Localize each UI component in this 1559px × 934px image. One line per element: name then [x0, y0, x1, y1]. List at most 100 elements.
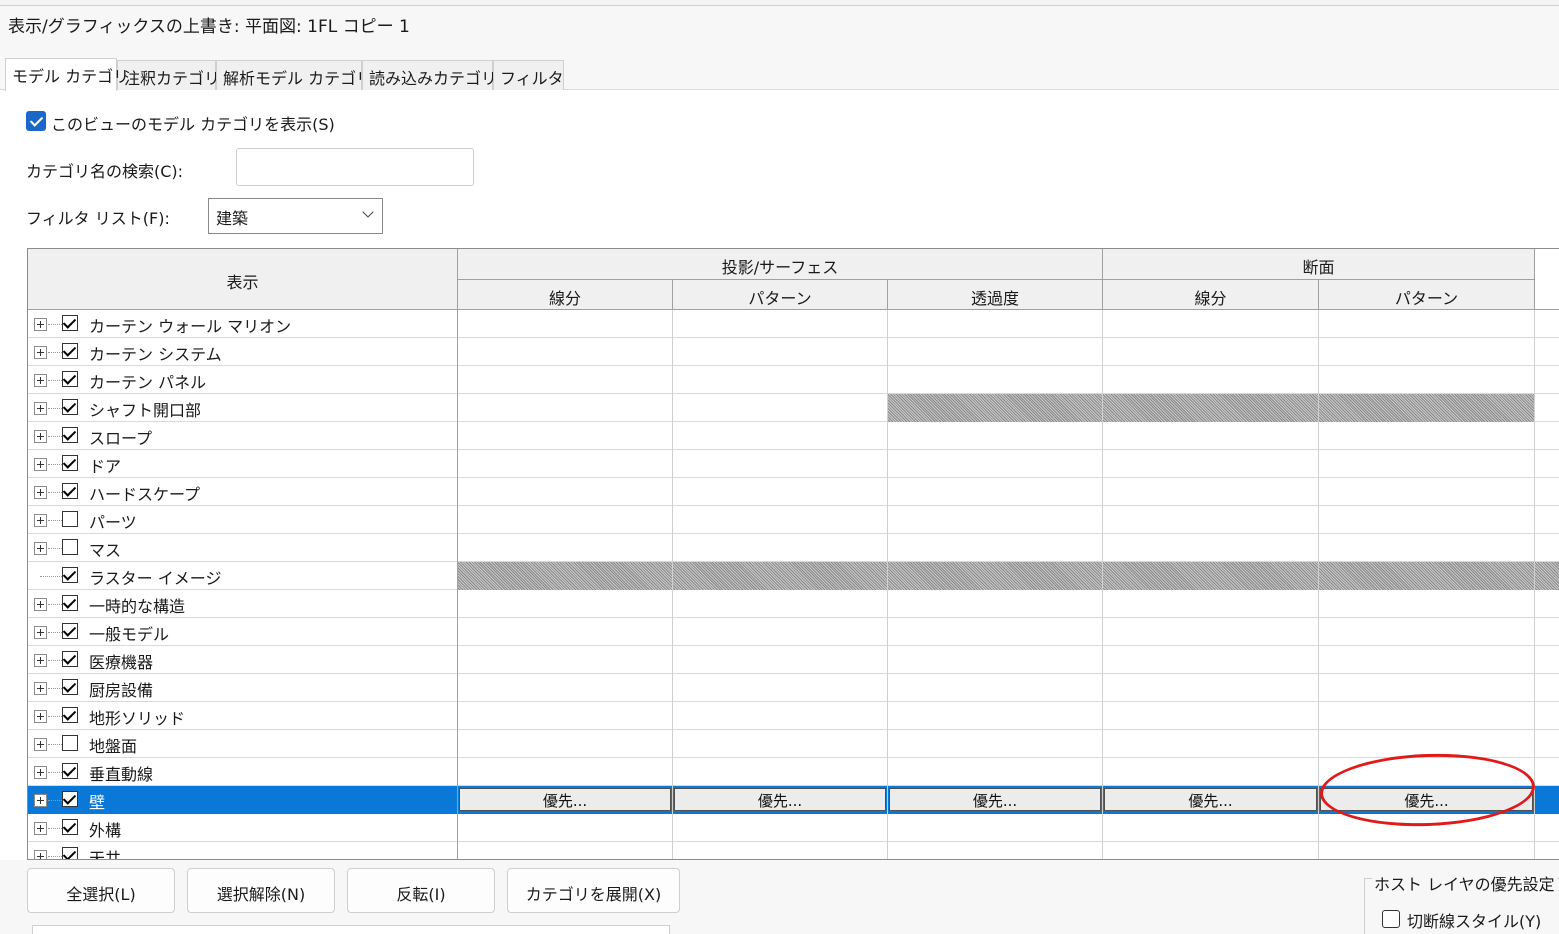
cell-projection-patterns[interactable]: [673, 618, 888, 646]
cell-projection-patterns[interactable]: [673, 842, 888, 859]
expand-icon[interactable]: [34, 402, 47, 415]
expand-icon[interactable]: [34, 346, 47, 359]
cell-transparency[interactable]: [888, 534, 1103, 562]
table-row[interactable]: 壁優先... 優先... 優先... 優先... 優先...: [28, 786, 1559, 814]
cell-cut-lines[interactable]: [1103, 506, 1319, 534]
table-row[interactable]: 天井: [28, 842, 1559, 859]
cell-transparency[interactable]: [888, 422, 1103, 450]
table-row[interactable]: ハードスケープ: [28, 478, 1559, 506]
cell-cut-lines[interactable]: [1103, 702, 1319, 730]
category-visibility-checkbox[interactable]: [62, 819, 78, 835]
override-button-projection-lines[interactable]: 優先...: [459, 788, 671, 811]
cell-cut-patterns[interactable]: [1319, 478, 1535, 506]
cell-cut-lines[interactable]: [1103, 422, 1319, 450]
tab-annotation-categories[interactable]: 注釈カテゴリ: [117, 60, 220, 90]
show-model-categories-checkbox[interactable]: [26, 111, 46, 131]
cell-transparency[interactable]: [888, 562, 1103, 590]
category-visibility-checkbox[interactable]: [62, 735, 78, 751]
table-row[interactable]: 垂直動線: [28, 758, 1559, 786]
header-visibility[interactable]: 表示: [28, 249, 458, 310]
cell-transparency[interactable]: [888, 506, 1103, 534]
cell-cut-patterns[interactable]: [1319, 450, 1535, 478]
cell-cut-patterns[interactable]: [1319, 394, 1535, 422]
cell-cut-patterns[interactable]: [1319, 310, 1535, 338]
cell-cut-patterns[interactable]: [1319, 730, 1535, 758]
expand-icon[interactable]: [34, 430, 47, 443]
filter-list-dropdown[interactable]: 建築: [208, 198, 383, 234]
cell-cut-lines[interactable]: [1103, 618, 1319, 646]
cell-projection-lines[interactable]: [458, 730, 673, 758]
expand-icon[interactable]: [34, 682, 47, 695]
expand-icon[interactable]: [34, 766, 47, 779]
header-cut-patterns[interactable]: パターン: [1319, 280, 1535, 310]
override-button-projection-patterns[interactable]: 優先...: [674, 788, 886, 811]
cell-projection-lines[interactable]: [458, 478, 673, 506]
category-visibility-checkbox[interactable]: [62, 343, 78, 359]
expand-icon[interactable]: [34, 654, 47, 667]
cell-projection-patterns[interactable]: [673, 590, 888, 618]
cell-projection-lines[interactable]: [458, 422, 673, 450]
cell-cut-patterns[interactable]: [1319, 842, 1535, 859]
table-row[interactable]: ラスター イメージ: [28, 562, 1559, 590]
cell-cut-lines[interactable]: [1103, 338, 1319, 366]
cell-cut-lines[interactable]: [1103, 366, 1319, 394]
header-cut-lines[interactable]: 線分: [1103, 280, 1319, 310]
cell-projection-lines[interactable]: [458, 394, 673, 422]
table-row[interactable]: 一時的な構造: [28, 590, 1559, 618]
cell-cut-lines[interactable]: [1103, 450, 1319, 478]
expand-icon[interactable]: [34, 598, 47, 611]
cell-cut-lines[interactable]: [1103, 758, 1319, 786]
cell-projection-patterns[interactable]: [673, 366, 888, 394]
category-visibility-checkbox[interactable]: [62, 595, 78, 611]
cell-transparency[interactable]: [888, 310, 1103, 338]
category-visibility-checkbox[interactable]: [62, 371, 78, 387]
category-visibility-checkbox[interactable]: [62, 539, 78, 555]
cell-projection-patterns[interactable]: [673, 450, 888, 478]
cell-projection-lines[interactable]: [458, 646, 673, 674]
cell-cut-lines[interactable]: [1103, 394, 1319, 422]
cell-transparency[interactable]: [888, 478, 1103, 506]
table-row[interactable]: 医療機器: [28, 646, 1559, 674]
cell-projection-patterns[interactable]: [673, 394, 888, 422]
cell-transparency[interactable]: [888, 702, 1103, 730]
expand-icon[interactable]: [34, 794, 47, 807]
cell-transparency[interactable]: [888, 646, 1103, 674]
cell-projection-lines[interactable]: [458, 450, 673, 478]
table-row[interactable]: パーツ: [28, 506, 1559, 534]
tab-filters[interactable]: フィルタ: [493, 60, 564, 90]
tab-imported-categories[interactable]: 読み込みカテゴリ: [362, 60, 497, 90]
category-visibility-checkbox[interactable]: [62, 511, 78, 527]
cell-projection-patterns[interactable]: [673, 702, 888, 730]
category-visibility-checkbox[interactable]: [62, 483, 78, 499]
cell-cut-lines[interactable]: [1103, 842, 1319, 859]
cell-projection-lines[interactable]: [458, 814, 673, 842]
cell-cut-patterns[interactable]: [1319, 338, 1535, 366]
cell-transparency[interactable]: 優先...: [888, 786, 1103, 814]
cell-transparency[interactable]: [888, 590, 1103, 618]
override-button-cut-patterns[interactable]: 優先...: [1320, 788, 1533, 811]
cell-projection-patterns[interactable]: [673, 730, 888, 758]
cell-projection-lines[interactable]: [458, 310, 673, 338]
cell-projection-lines[interactable]: [458, 758, 673, 786]
category-visibility-checkbox[interactable]: [62, 623, 78, 639]
cell-cut-patterns[interactable]: [1319, 758, 1535, 786]
override-button-cut-lines[interactable]: 優先...: [1104, 788, 1317, 811]
cell-projection-lines[interactable]: [458, 338, 673, 366]
cell-projection-patterns[interactable]: [673, 646, 888, 674]
expand-icon[interactable]: [34, 374, 47, 387]
cell-cut-lines[interactable]: [1103, 674, 1319, 702]
cell-projection-patterns[interactable]: [673, 534, 888, 562]
category-visibility-checkbox[interactable]: [62, 427, 78, 443]
cell-cut-patterns[interactable]: 優先...: [1319, 786, 1535, 814]
cell-cut-patterns[interactable]: [1319, 646, 1535, 674]
category-visibility-checkbox[interactable]: [62, 315, 78, 331]
expand-icon[interactable]: [34, 486, 47, 499]
expand-icon[interactable]: [34, 458, 47, 471]
cell-cut-patterns[interactable]: [1319, 562, 1535, 590]
cell-projection-lines[interactable]: [458, 702, 673, 730]
table-row[interactable]: シャフト開口部: [28, 394, 1559, 422]
select-all-button[interactable]: 全選択(L): [27, 868, 175, 913]
cell-projection-patterns[interactable]: [673, 338, 888, 366]
expand-icon[interactable]: [34, 542, 47, 555]
expand-icon[interactable]: [34, 738, 47, 751]
